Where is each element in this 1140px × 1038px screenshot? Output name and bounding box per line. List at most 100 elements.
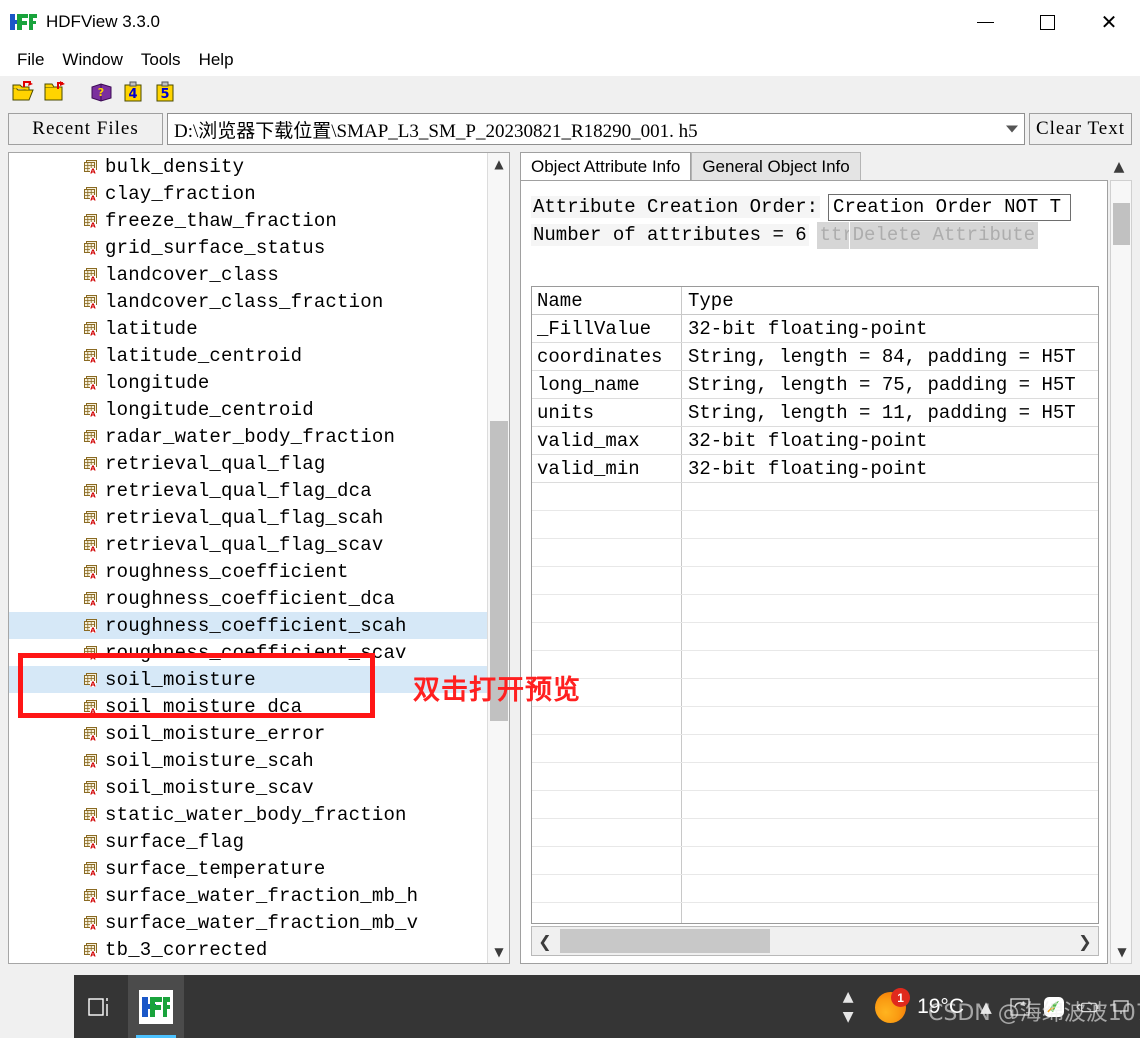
battery-icon[interactable] — [1076, 995, 1100, 1019]
attribute-name: valid_min — [532, 455, 682, 482]
tree-item-retrieval-qual-flag-scav[interactable]: Aretrieval_qual_flag_scav — [9, 531, 487, 558]
tree-vertical-scrollbar[interactable]: ▲ ▼ — [487, 153, 509, 963]
tree-item-label: surface_flag — [105, 830, 245, 853]
toolbar: ? 4 5 — [0, 76, 1140, 108]
tray-scroll-buttons[interactable]: ▲ ▼ — [831, 975, 866, 1038]
attribute-type: 32-bit floating-point — [688, 317, 928, 340]
tree-item-soil-moisture-error[interactable]: Asoil_moisture_error — [9, 720, 487, 747]
close-button[interactable]: ✕ — [1078, 0, 1140, 44]
tree-item-roughness-coefficient[interactable]: Aroughness_coefficient — [9, 558, 487, 585]
tree-item-tb-3-corrected[interactable]: Atb_3_corrected — [9, 936, 487, 963]
add-attribute-button[interactable]: ttr — [816, 221, 849, 249]
minimize-button[interactable] — [954, 0, 1016, 44]
dataset-icon: A — [84, 510, 97, 526]
tree-scroll-down-button[interactable]: ▼ — [488, 941, 509, 963]
tree-item-landcover-class[interactable]: Alandcover_class — [9, 261, 487, 288]
hdf5-button[interactable]: 5 — [150, 78, 182, 106]
attribute-empty-row — [532, 819, 1098, 847]
delete-attribute-button[interactable]: Delete Attribute — [849, 221, 1039, 249]
dataset-icon: A — [84, 699, 97, 715]
weather-widget[interactable]: 1 19°C — [865, 975, 974, 1038]
attribute-row[interactable]: valid_max 32-bit floating-point — [532, 427, 1098, 455]
attribute-row[interactable]: long_name String, length = 75, padding = … — [532, 371, 1098, 399]
help-book-icon: ? — [91, 83, 112, 102]
tree-item-label: soil_moisture — [105, 668, 256, 691]
object-tree-list[interactable]: Abulk_density Aclay_fraction Afreeze_thaw_… — [9, 153, 487, 963]
tray-chevron-up-icon[interactable]: ▲ — [974, 995, 998, 1019]
attribute-row[interactable]: coordinates String, length = 84, padding … — [532, 343, 1098, 371]
attribute-creation-order-field[interactable]: Creation Order NOT T — [828, 193, 1072, 221]
tree-item-roughness-coefficient-dca[interactable]: Aroughness_coefficient_dca — [9, 585, 487, 612]
sogou-input-icon[interactable] — [1042, 995, 1066, 1019]
tree-item-latitude[interactable]: Alatitude — [9, 315, 487, 342]
menu-item-file[interactable]: File — [8, 48, 53, 72]
attribute-row[interactable]: _FillValue 32-bit floating-point — [532, 315, 1098, 343]
tray-scroll-up-icon[interactable]: ▲ — [843, 987, 854, 1007]
open-file-button[interactable] — [8, 78, 40, 106]
maximize-button[interactable] — [1016, 0, 1078, 44]
tree-item-retrieval-qual-flag-dca[interactable]: Aretrieval_qual_flag_dca — [9, 477, 487, 504]
taskbar: ▲ ▼ 1 19°C ▲ — [0, 975, 1140, 1038]
task-view-button[interactable] — [74, 975, 128, 1038]
tree-item-longitude-centroid[interactable]: Alongitude_centroid — [9, 396, 487, 423]
tab-general-object-info[interactable]: General Object Info — [691, 152, 861, 180]
tree-item-bulk-density[interactable]: Abulk_density — [9, 153, 487, 180]
attribute-row[interactable]: units String, length = 11, padding = H5T — [532, 399, 1098, 427]
tab-scroll-up-icon[interactable]: ▲ — [1106, 154, 1132, 180]
tree-item-retrieval-qual-flag-scah[interactable]: Aretrieval_qual_flag_scah — [9, 504, 487, 531]
dataset-icon: A — [84, 726, 97, 742]
tree-item-soil-moisture-scah[interactable]: Asoil_moisture_scah — [9, 747, 487, 774]
menu-item-window[interactable]: Window — [53, 48, 131, 72]
tree-item-landcover-class-fraction[interactable]: Alandcover_class_fraction — [9, 288, 487, 315]
clear-text-button[interactable]: Clear Text — [1028, 113, 1132, 145]
chevron-down-icon — [1005, 125, 1018, 133]
hscroll-track[interactable] — [558, 927, 1072, 955]
tree-item-soil-moisture-scav[interactable]: Asoil_moisture_scav — [9, 774, 487, 801]
attribute-creation-order-label: Attribute Creation Order: — [531, 196, 821, 218]
attribute-info-body: Attribute Creation Order: Creation Order… — [520, 180, 1108, 964]
tree-item-surface-temperature[interactable]: Asurface_temperature — [9, 855, 487, 882]
tree-item-radar-water-body-fraction[interactable]: Aradar_water_body_fraction — [9, 423, 487, 450]
tree-item-surface-flag[interactable]: Asurface_flag — [9, 828, 487, 855]
recent-files-button[interactable]: Recent Files — [8, 113, 163, 145]
close-file-button[interactable] — [40, 78, 72, 106]
network-icon[interactable] — [1110, 995, 1134, 1019]
tab-object-attribute-info[interactable]: Object Attribute Info — [520, 152, 692, 180]
tree-item-clay-fraction[interactable]: Aclay_fraction — [9, 180, 487, 207]
tree-item-label: surface_water_fraction_mb_h — [105, 884, 419, 907]
svg-text:A: A — [90, 410, 96, 417]
menu-item-help[interactable]: Help — [190, 48, 243, 72]
attribute-row[interactable]: valid_min 32-bit floating-point — [532, 455, 1098, 483]
menu-item-tools[interactable]: Tools — [132, 48, 190, 72]
info-scroll-down-button[interactable]: ▼ — [1111, 941, 1133, 963]
tree-item-roughness-coefficient-scah[interactable]: Aroughness_coefficient_scah — [9, 612, 487, 639]
hscroll-right-button[interactable]: ❯ — [1072, 927, 1098, 955]
svg-text:A: A — [90, 275, 96, 282]
file-path-combo[interactable]: D:\浏览器下载位置\SMAP_L3_SM_P_20230821_R18290_… — [167, 113, 1025, 145]
info-panel-vertical-scrollbar[interactable]: ▼ — [1110, 180, 1132, 964]
tree-item-retrieval-qual-flag[interactable]: Aretrieval_qual_flag — [9, 450, 487, 477]
svg-text:A: A — [90, 518, 96, 525]
tree-item-latitude-centroid[interactable]: Alatitude_centroid — [9, 342, 487, 369]
hdf4-button[interactable]: 4 — [118, 78, 150, 106]
attribute-empty-row — [532, 707, 1098, 735]
hscroll-left-button[interactable]: ❮ — [532, 927, 558, 955]
hdfview-taskbar-button[interactable] — [128, 975, 184, 1038]
info-scrollbar-thumb[interactable] — [1113, 203, 1130, 245]
title-bar: HDFView 3.3.0 ✕ — [0, 0, 1140, 44]
tree-item-grid-surface-status[interactable]: Agrid_surface_status — [9, 234, 487, 261]
tree-item-freeze-thaw-fraction[interactable]: Afreeze_thaw_fraction — [9, 207, 487, 234]
sync-icon[interactable] — [1008, 995, 1032, 1019]
tree-item-roughness-coefficient-scav[interactable]: Aroughness_coefficient_scav — [9, 639, 487, 666]
tree-item-static-water-body-fraction[interactable]: Astatic_water_body_fraction — [9, 801, 487, 828]
attribute-table-hscrollbar[interactable]: ❮ ❯ — [531, 926, 1099, 956]
hdfview-taskbar-icon — [139, 989, 173, 1024]
hscroll-thumb[interactable] — [560, 929, 770, 953]
close-icon: ✕ — [1100, 10, 1118, 34]
tree-item-longitude[interactable]: Alongitude — [9, 369, 487, 396]
tree-item-surface-water-fraction-mb-v[interactable]: Asurface_water_fraction_mb_v — [9, 909, 487, 936]
help-button[interactable]: ? — [86, 78, 118, 106]
tree-scroll-up-button[interactable]: ▲ — [488, 153, 509, 175]
tray-scroll-down-icon[interactable]: ▼ — [843, 1007, 854, 1027]
tree-item-surface-water-fraction-mb-h[interactable]: Asurface_water_fraction_mb_h — [9, 882, 487, 909]
